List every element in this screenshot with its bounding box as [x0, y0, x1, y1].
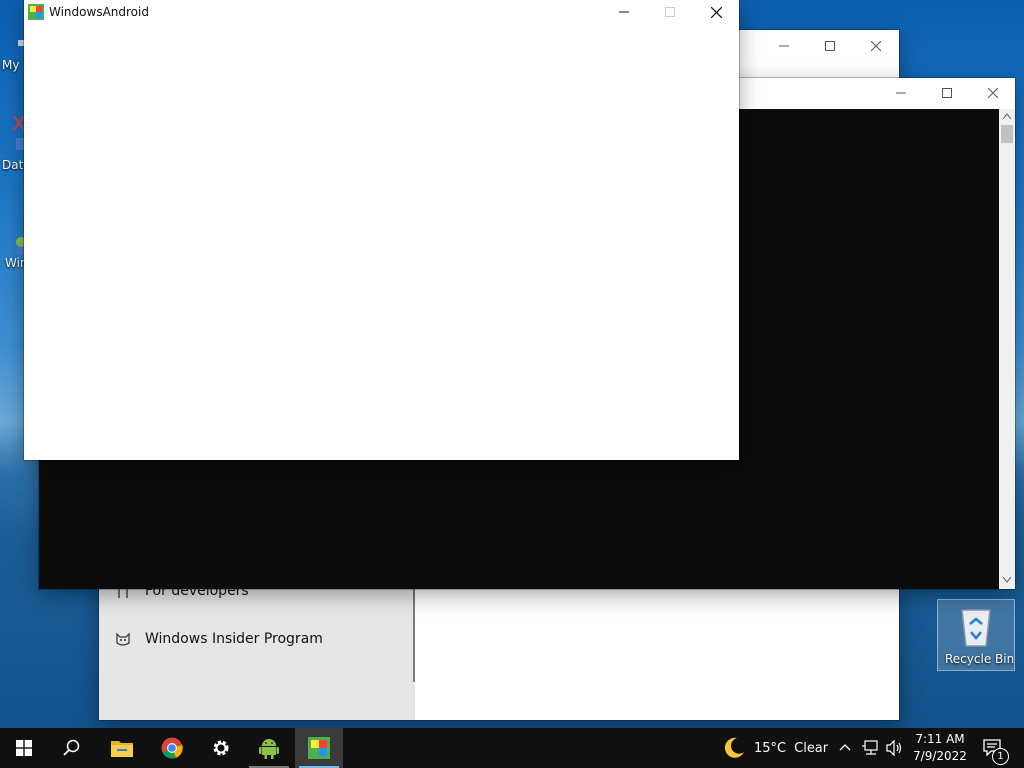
taskbar-android[interactable] [245, 728, 293, 768]
sidebar-item-windows-insider-program[interactable]: Windows Insider Program [115, 631, 323, 647]
minimize-button[interactable] [761, 34, 807, 58]
notification-badge: 1 [992, 748, 1009, 765]
minimize-icon [896, 92, 906, 94]
close-button[interactable] [853, 34, 899, 58]
maximize-button[interactable] [807, 34, 853, 58]
console-scrollbar[interactable] [999, 109, 1015, 589]
windows-android-window[interactable]: WindowsAndroid [24, 0, 739, 460]
maximize-button[interactable] [924, 81, 970, 105]
recycle-bin-icon [961, 609, 991, 647]
moon-icon [724, 737, 744, 758]
taskbar-file-explorer[interactable] [98, 728, 146, 768]
weather-condition: Clear [794, 740, 829, 756]
close-icon [710, 6, 722, 18]
maximize-button [647, 0, 693, 24]
scroll-up-icon[interactable] [1003, 113, 1011, 119]
minimize-icon [779, 45, 789, 47]
minimize-button[interactable] [878, 81, 924, 105]
clock-time: 7:11 AM [915, 732, 965, 746]
close-button[interactable] [693, 0, 739, 24]
scrollbar-thumb[interactable] [1001, 125, 1013, 143]
clock[interactable]: 7:11 AM 7/9/2022 [910, 730, 970, 766]
taskbar-settings[interactable] [197, 728, 245, 768]
taskbar-chrome[interactable] [148, 728, 196, 768]
window-title: WindowsAndroid [49, 5, 149, 19]
desktop-icon-label: My [2, 58, 20, 72]
folder-icon [111, 741, 133, 757]
search-icon [63, 739, 80, 756]
show-hidden-icons-button[interactable] [838, 740, 852, 757]
windows-android-app-icon [308, 737, 330, 759]
windows-android-app-icon [28, 4, 44, 20]
volume-button[interactable] [886, 739, 904, 759]
network-button[interactable] [862, 740, 880, 759]
chevron-up-icon [839, 744, 851, 751]
android-robot-icon [259, 739, 279, 759]
taskbar-windows-android[interactable] [295, 728, 343, 768]
scroll-down-icon[interactable] [1003, 577, 1011, 583]
maximize-icon [825, 41, 835, 51]
chrome-icon [161, 737, 183, 759]
sidebar-item-label: Windows Insider Program [145, 631, 323, 647]
action-center-button[interactable]: 1 [980, 728, 1020, 768]
close-icon [988, 88, 998, 98]
search-button[interactable] [48, 728, 96, 768]
android-content-area[interactable] [24, 24, 739, 460]
weather-widget[interactable]: 15°C Clear [722, 728, 828, 768]
windows-logo-icon [16, 740, 32, 756]
maximize-icon [665, 7, 675, 17]
weather-temperature: 15°C [754, 740, 787, 756]
gear-icon [213, 740, 229, 756]
insider-cat-icon [116, 632, 130, 646]
speaker-icon [886, 739, 902, 757]
minimize-icon [619, 11, 629, 13]
desktop-icon-recycle-bin[interactable]: Recycle Bin [937, 599, 1015, 671]
start-button[interactable] [0, 728, 48, 768]
android-titlebar[interactable]: WindowsAndroid [24, 0, 739, 24]
minimize-button[interactable] [601, 0, 647, 24]
network-icon [862, 740, 878, 755]
taskbar: 15°C Clear 7:11 AM 7/9/2022 1 [0, 728, 1024, 768]
close-button[interactable] [970, 81, 1016, 105]
desktop-icon-label: Recycle Bin [945, 652, 1015, 666]
close-icon [871, 41, 881, 51]
clock-date: 7/9/2022 [913, 749, 967, 763]
maximize-icon [942, 88, 952, 98]
